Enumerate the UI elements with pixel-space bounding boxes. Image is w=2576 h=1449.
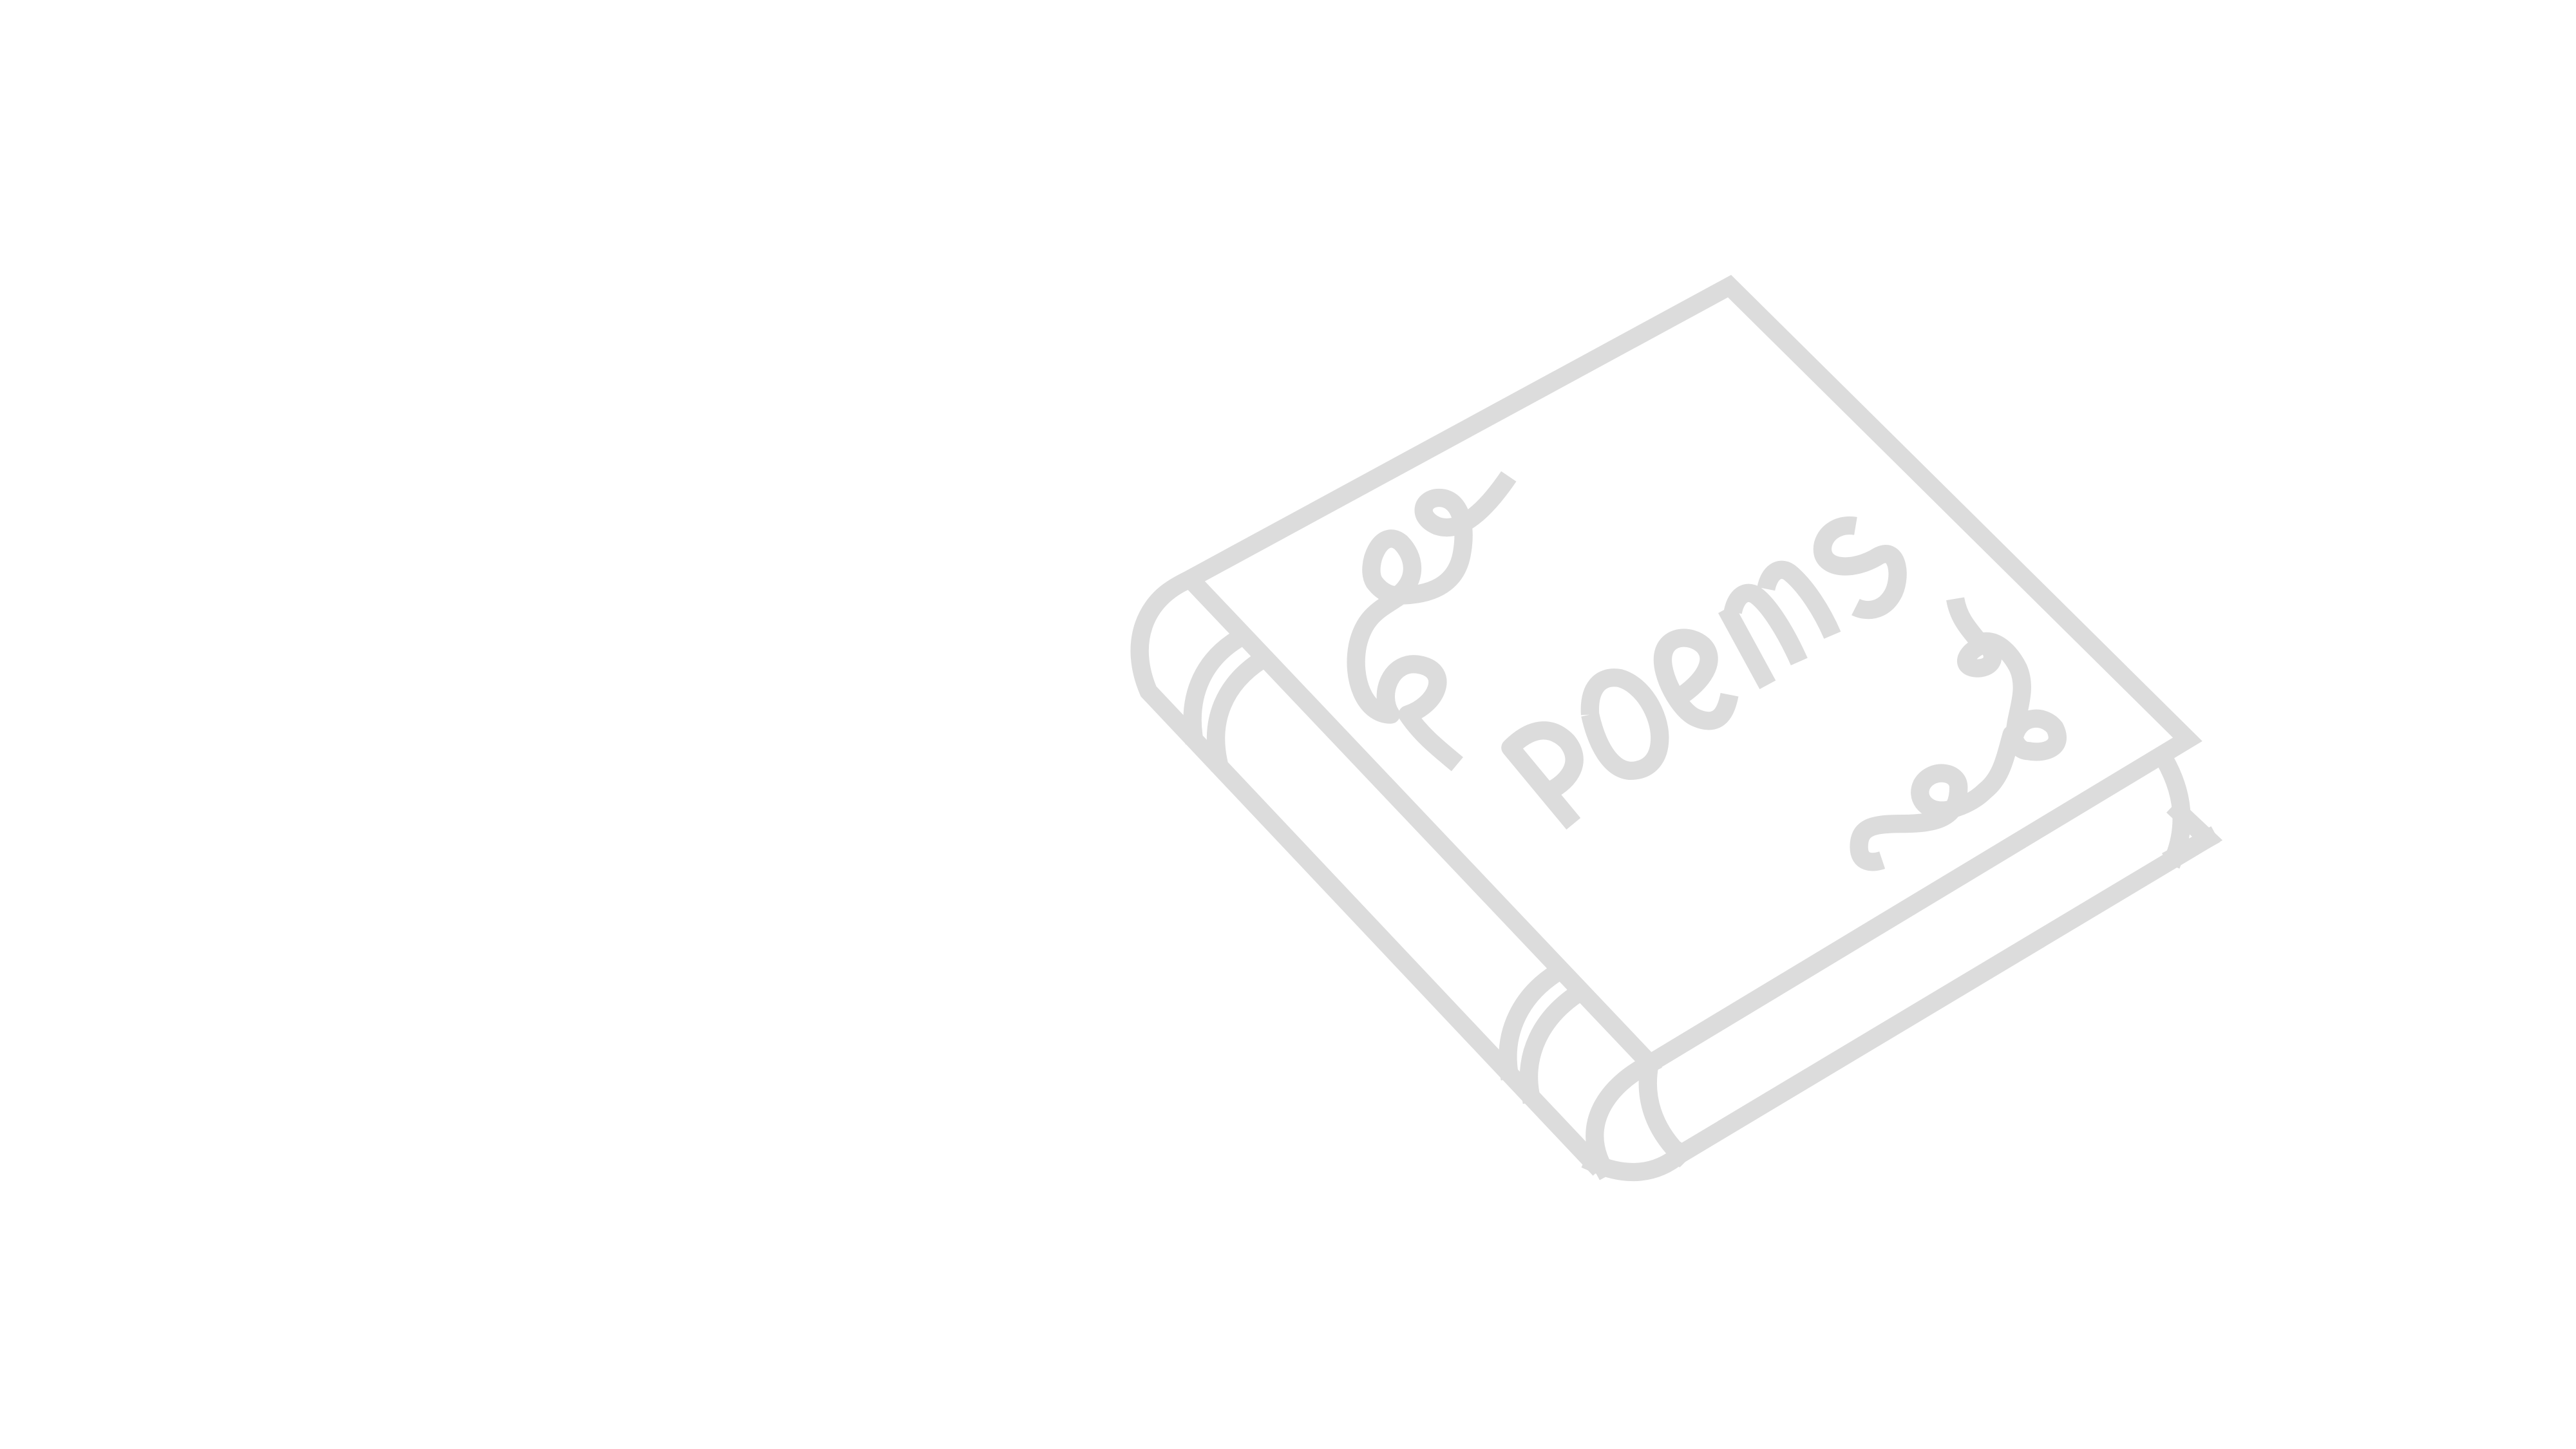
spine-fold [1638, 1052, 1693, 1168]
page-edge-right [2152, 746, 2191, 869]
spine-band-4 [1519, 981, 1590, 1104]
illustration-canvas [0, 0, 2576, 1449]
cover-ornament-left [1347, 471, 1517, 772]
book-illustration [1130, 274, 2223, 1182]
cover-ornament-right [1850, 596, 2067, 871]
page-edge-bottom [1667, 799, 2223, 1168]
spine-band-2 [1206, 647, 1274, 772]
cover-title-poems [1501, 516, 1907, 830]
